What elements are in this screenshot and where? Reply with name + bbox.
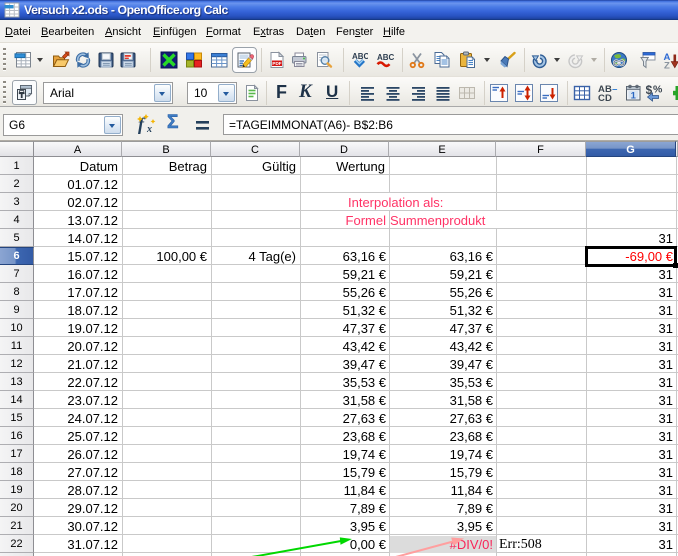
svg-text:1: 1 [631, 91, 637, 102]
svg-text:ABC: ABC [377, 53, 394, 62]
svg-text:ABC: ABC [352, 52, 368, 61]
svg-text:x: x [146, 124, 152, 135]
svg-text:%: % [653, 84, 663, 96]
svg-text:Z: Z [664, 61, 670, 70]
svg-text:PDF: PDF [272, 61, 281, 66]
